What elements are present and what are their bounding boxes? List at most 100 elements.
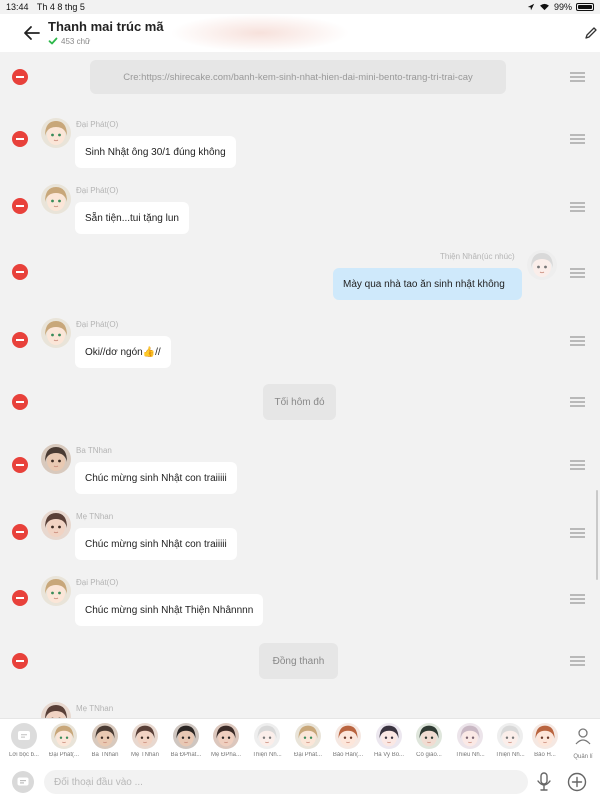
character-item[interactable]: Mẹ ĐPha... (207, 723, 245, 758)
character-item[interactable]: Thiện Nh... (491, 723, 529, 758)
character-item[interactable]: Đại Phát... (289, 723, 327, 758)
drag-handle[interactable] (570, 594, 585, 604)
message-bubble[interactable]: Chúc mừng sinh Nhật con traiiiii (75, 528, 237, 560)
message-bubble[interactable]: Chúc mừng sinh Nhật con traiiiii (75, 462, 237, 494)
sender-name: Mẹ TNhan (76, 512, 114, 521)
drag-handle[interactable] (570, 656, 585, 666)
drag-handle[interactable] (570, 72, 585, 82)
drag-handle[interactable] (570, 397, 585, 407)
page-title: Thanh mai trúc mã (48, 19, 164, 34)
drag-handle[interactable] (570, 268, 585, 278)
list-item: Tối hôm đó (0, 382, 600, 422)
delete-message-button[interactable] (12, 264, 28, 280)
list-item: Thiện Nhân(úc nhúc) Mày qua nhà tao ăn s… (0, 248, 600, 306)
list-item: Đại Phát(O) Sinh Nhật ông 30/1 đúng khôn… (0, 116, 600, 174)
message-bubble[interactable]: Oki//dơ ngón👍// (75, 336, 171, 368)
character-label: Lời bộc b... (9, 752, 39, 758)
character-label: Ba ĐPhat... (170, 752, 202, 758)
character-item[interactable]: Mẹ TNhan (126, 723, 164, 758)
chat-bubble-icon (17, 777, 29, 786)
system-message: Đồng thanh (259, 643, 338, 679)
avatar[interactable] (41, 702, 71, 718)
avatar[interactable] (41, 510, 71, 540)
character-label: Đại Phát(... (48, 752, 79, 758)
sender-name: Thiện Nhân(úc nhúc) (440, 252, 515, 261)
avatar (335, 723, 361, 749)
list-item: Cre:https://shirecake.com/banh-kem-sinh-… (0, 52, 600, 106)
avatar[interactable] (41, 118, 71, 148)
edit-pencil-icon[interactable] (584, 26, 598, 40)
sender-name: Đại Phát(O) (76, 320, 119, 329)
list-item: Mẹ TNhan (0, 700, 600, 718)
avatar[interactable] (41, 576, 71, 606)
message-bubble[interactable]: Sẵn tiện...tui tặng lun (75, 202, 189, 234)
message-input[interactable] (44, 770, 528, 794)
character-label: Thiện Nh... (252, 752, 282, 758)
delete-message-button[interactable] (12, 394, 28, 410)
avatar[interactable] (41, 184, 71, 214)
character-item[interactable]: Cô giáo... (410, 723, 448, 758)
battery-percent: 99% (553, 2, 572, 12)
list-item: Đại Phát(O) Chúc mừng sinh Nhật Thiện Nh… (0, 574, 600, 632)
sender-name: Mẹ TNhan (76, 704, 114, 713)
delete-message-button[interactable] (12, 69, 28, 85)
character-item[interactable]: Đại Phát(... (45, 723, 83, 758)
drag-handle[interactable] (570, 202, 585, 212)
message-bubble[interactable]: Sinh Nhật ông 30/1 đúng không (75, 136, 236, 168)
delete-message-button[interactable] (12, 198, 28, 214)
delete-message-button[interactable] (12, 131, 28, 147)
character-item[interactable]: Ba ĐPhat... (167, 723, 205, 758)
list-item: Ba TNhan Chúc mừng sinh Nhật con traiiii… (0, 442, 600, 500)
message-type-button[interactable] (12, 771, 34, 793)
drag-handle[interactable] (570, 134, 585, 144)
delete-message-button[interactable] (12, 653, 28, 669)
drag-handle[interactable] (570, 336, 585, 346)
avatar (92, 723, 118, 749)
avatar[interactable] (41, 318, 71, 348)
character-item[interactable]: Thiện Nh... (248, 723, 286, 758)
microphone-icon[interactable] (536, 772, 552, 792)
scrollbar[interactable] (596, 490, 598, 580)
delete-message-button[interactable] (12, 524, 28, 540)
back-arrow-icon[interactable] (22, 23, 42, 43)
avatar (532, 723, 558, 749)
avatar (51, 723, 77, 749)
add-icon[interactable] (567, 772, 587, 792)
chat-bubble-icon (18, 731, 30, 740)
delete-message-button[interactable] (12, 332, 28, 348)
sender-name: Đại Phát(O) (76, 578, 119, 587)
character-item[interactable]: Ba TNhan (86, 723, 124, 758)
list-item: Đại Phát(O) Sẵn tiện...tui tặng lun (0, 182, 600, 240)
avatar[interactable] (527, 250, 557, 280)
delete-message-button[interactable] (12, 457, 28, 473)
status-time: 13:44 (6, 2, 29, 12)
drag-handle[interactable] (570, 460, 585, 470)
message-bubble[interactable]: Chúc mừng sinh Nhật Thiện Nhânnnn (75, 594, 264, 626)
character-label: Thiều Nh... (455, 752, 485, 758)
my-message-bubble[interactable]: Mày qua nhà tao ăn sinh nhật không (333, 268, 522, 300)
avatar (213, 723, 239, 749)
narrator-avatar (11, 723, 37, 749)
drag-handle[interactable] (570, 528, 585, 538)
character-item[interactable]: Hà Vy Bồ... (370, 723, 408, 758)
system-message: Cre:https://shirecake.com/banh-kem-sinh-… (90, 60, 506, 94)
manage-button[interactable]: Quản lí (568, 727, 598, 760)
check-icon (48, 37, 58, 45)
character-item[interactable]: Thiều Nh... (451, 723, 489, 758)
avatar (376, 723, 402, 749)
avatar (497, 723, 523, 749)
character-narrator[interactable]: Lời bộc b... (5, 723, 43, 758)
avatar (295, 723, 321, 749)
avatar[interactable] (41, 444, 71, 474)
delete-message-button[interactable] (12, 590, 28, 606)
sender-name: Ba TNhan (76, 446, 112, 455)
status-date: Th 4 8 thg 5 (36, 2, 85, 12)
header: Thanh mai trúc mã 453 chữ (0, 14, 600, 52)
character-item[interactable]: Bảo H... (530, 723, 560, 758)
sender-name: Đại Phát(O) (76, 186, 119, 195)
character-label: Bảo H... (534, 752, 556, 758)
character-item[interactable]: Bảo Hân(... (329, 723, 367, 758)
list-item: Mẹ TNhan Chúc mừng sinh Nhật con traiiii… (0, 508, 600, 566)
character-label: Thiện Nh... (495, 752, 525, 758)
chat-list[interactable]: Cre:https://shirecake.com/banh-kem-sinh-… (0, 52, 600, 718)
